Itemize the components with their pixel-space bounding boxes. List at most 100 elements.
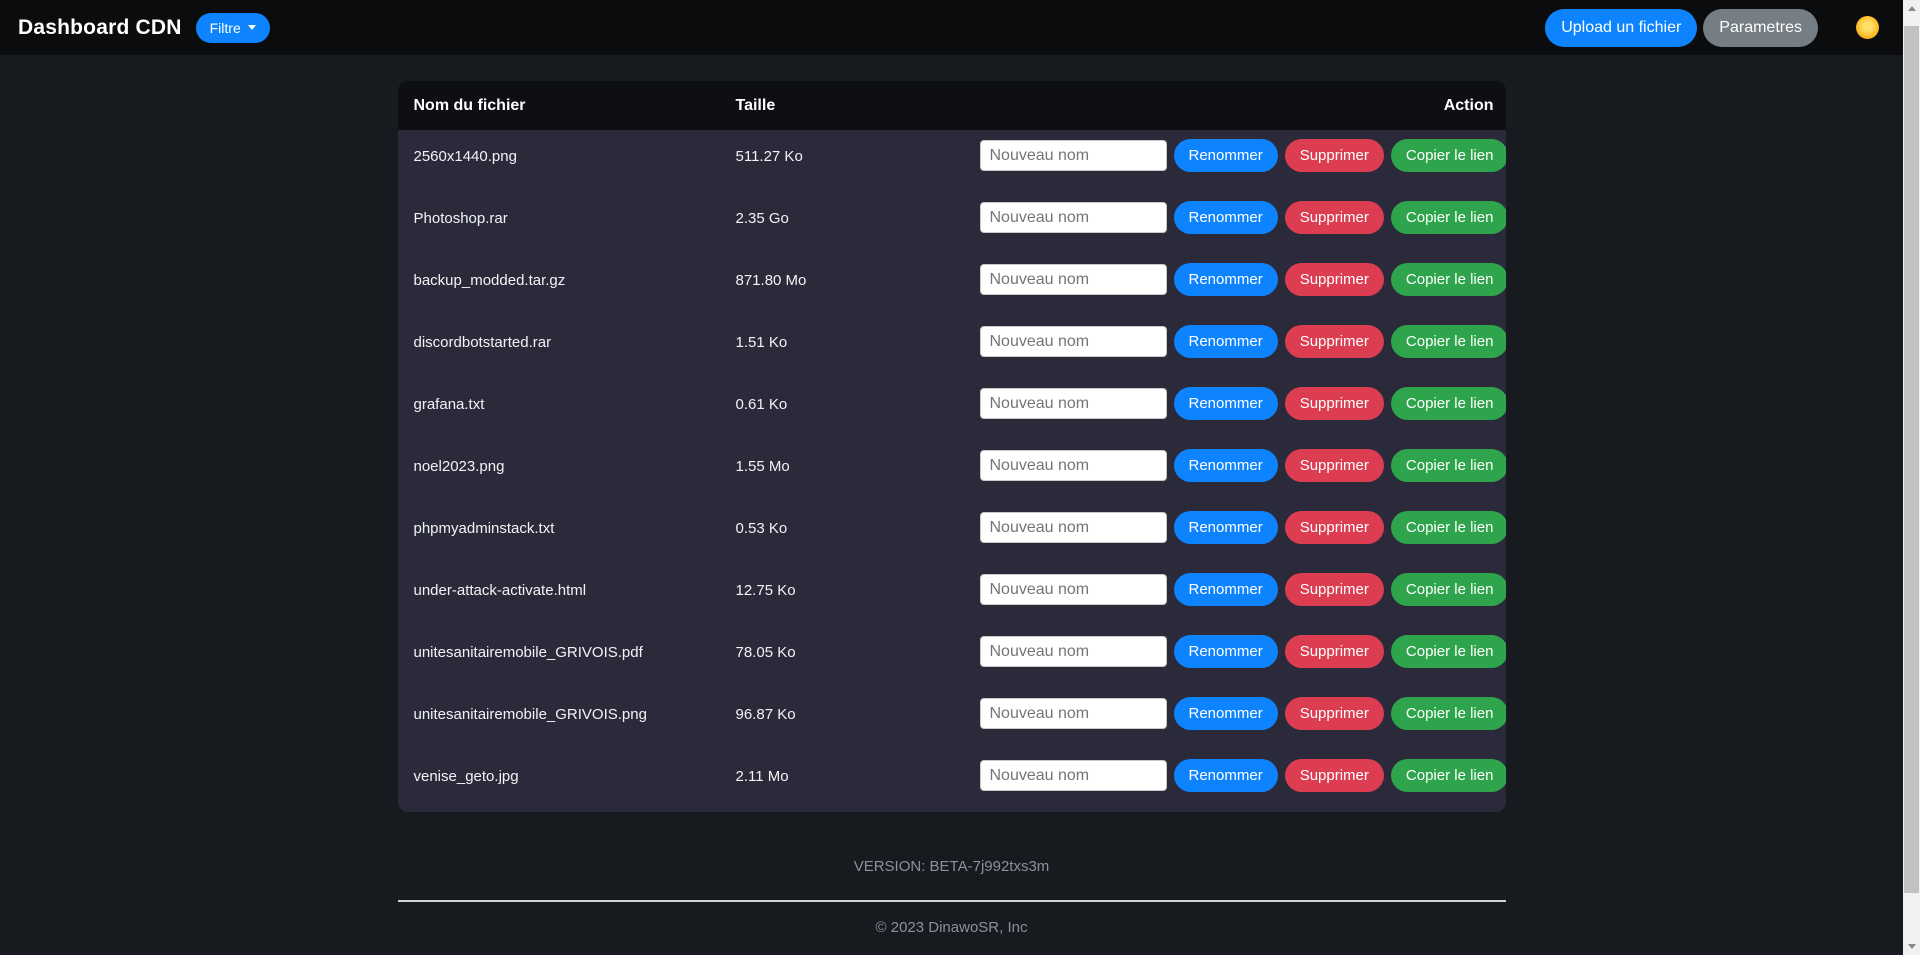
table-row: unitesanitairemobile_GRIVOIS.png 96.87 K… bbox=[398, 688, 1506, 750]
sun-theme-icon[interactable] bbox=[1856, 16, 1879, 39]
delete-button[interactable]: Supprimer bbox=[1285, 449, 1384, 482]
new-name-input[interactable] bbox=[980, 512, 1167, 543]
file-actions: Renommer Supprimer Copier le lien bbox=[980, 759, 1506, 792]
file-actions: Renommer Supprimer Copier le lien bbox=[980, 263, 1506, 296]
file-name: grafana.txt bbox=[398, 387, 736, 417]
version-text: VERSION: BETA-7j992txs3m bbox=[398, 858, 1506, 875]
delete-button[interactable]: Supprimer bbox=[1285, 759, 1384, 792]
rename-button[interactable]: Renommer bbox=[1174, 139, 1278, 172]
copy-link-button[interactable]: Copier le lien bbox=[1391, 263, 1506, 296]
file-size: 1.55 Mo bbox=[736, 449, 980, 479]
table-row: phpmyadminstack.txt 0.53 Ko Renommer Sup… bbox=[398, 502, 1506, 564]
rename-button[interactable]: Renommer bbox=[1174, 573, 1278, 606]
file-name: backup_modded.tar.gz bbox=[398, 263, 736, 293]
rename-button[interactable]: Renommer bbox=[1174, 697, 1278, 730]
rename-button[interactable]: Renommer bbox=[1174, 325, 1278, 358]
file-size: 12.75 Ko bbox=[736, 573, 980, 603]
copy-link-button[interactable]: Copier le lien bbox=[1391, 387, 1506, 420]
scrollbar-thumb[interactable] bbox=[1904, 26, 1919, 893]
file-name: unitesanitairemobile_GRIVOIS.pdf bbox=[398, 635, 736, 665]
file-size: 1.51 Ko bbox=[736, 325, 980, 355]
delete-button[interactable]: Supprimer bbox=[1285, 697, 1384, 730]
file-name: noel2023.png bbox=[398, 449, 736, 479]
file-actions: Renommer Supprimer Copier le lien bbox=[980, 511, 1506, 544]
arrow-down-icon bbox=[1908, 944, 1916, 949]
filter-dropdown-button[interactable]: Filtre bbox=[196, 13, 270, 43]
copy-link-button[interactable]: Copier le lien bbox=[1391, 759, 1506, 792]
file-name: discordbotstarted.rar bbox=[398, 325, 736, 355]
table-row: discordbotstarted.rar 1.51 Ko Renommer S… bbox=[398, 316, 1506, 378]
delete-button[interactable]: Supprimer bbox=[1285, 387, 1384, 420]
file-actions: Renommer Supprimer Copier le lien bbox=[980, 201, 1506, 234]
new-name-input[interactable] bbox=[980, 140, 1167, 171]
scrollbar-up-arrow[interactable] bbox=[1903, 0, 1920, 17]
main-content: Nom du fichier Taille Action 2560x1440.p… bbox=[398, 81, 1506, 875]
file-name: unitesanitairemobile_GRIVOIS.png bbox=[398, 697, 736, 727]
file-name: venise_geto.jpg bbox=[398, 759, 736, 789]
file-name: phpmyadminstack.txt bbox=[398, 511, 736, 541]
arrow-up-icon bbox=[1908, 6, 1916, 11]
new-name-input[interactable] bbox=[980, 698, 1167, 729]
copy-link-button[interactable]: Copier le lien bbox=[1391, 635, 1506, 668]
copy-link-button[interactable]: Copier le lien bbox=[1391, 511, 1506, 544]
new-name-input[interactable] bbox=[980, 574, 1167, 605]
chevron-down-icon bbox=[248, 25, 256, 30]
rename-button[interactable]: Renommer bbox=[1174, 511, 1278, 544]
copy-link-button[interactable]: Copier le lien bbox=[1391, 573, 1506, 606]
table-row: venise_geto.jpg 2.11 Mo Renommer Supprim… bbox=[398, 750, 1506, 812]
table-row: backup_modded.tar.gz 871.80 Mo Renommer … bbox=[398, 254, 1506, 316]
upload-file-button[interactable]: Upload un fichier bbox=[1545, 9, 1697, 47]
delete-button[interactable]: Supprimer bbox=[1285, 325, 1384, 358]
files-table: Nom du fichier Taille Action 2560x1440.p… bbox=[398, 81, 1506, 812]
table-row: noel2023.png 1.55 Mo Renommer Supprimer … bbox=[398, 440, 1506, 502]
table-header-row: Nom du fichier Taille Action bbox=[398, 81, 1506, 130]
table-row: unitesanitairemobile_GRIVOIS.pdf 78.05 K… bbox=[398, 626, 1506, 688]
file-name: under-attack-activate.html bbox=[398, 573, 736, 603]
scrollbar-down-arrow[interactable] bbox=[1903, 938, 1920, 955]
file-name: Photoshop.rar bbox=[398, 201, 736, 231]
rename-button[interactable]: Renommer bbox=[1174, 449, 1278, 482]
file-actions: Renommer Supprimer Copier le lien bbox=[980, 387, 1506, 420]
delete-button[interactable]: Supprimer bbox=[1285, 139, 1384, 172]
new-name-input[interactable] bbox=[980, 388, 1167, 419]
delete-button[interactable]: Supprimer bbox=[1285, 635, 1384, 668]
new-name-input[interactable] bbox=[980, 264, 1167, 295]
delete-button[interactable]: Supprimer bbox=[1285, 511, 1384, 544]
copy-link-button[interactable]: Copier le lien bbox=[1391, 139, 1506, 172]
file-actions: Renommer Supprimer Copier le lien bbox=[980, 325, 1506, 358]
delete-button[interactable]: Supprimer bbox=[1285, 201, 1384, 234]
top-navbar: Dashboard CDN Filtre Upload un fichier P… bbox=[0, 0, 1903, 55]
column-header-size: Taille bbox=[736, 97, 980, 115]
new-name-input[interactable] bbox=[980, 760, 1167, 791]
file-actions: Renommer Supprimer Copier le lien bbox=[980, 139, 1506, 172]
rename-button[interactable]: Renommer bbox=[1174, 263, 1278, 296]
new-name-input[interactable] bbox=[980, 450, 1167, 481]
new-name-input[interactable] bbox=[980, 202, 1167, 233]
file-actions: Renommer Supprimer Copier le lien bbox=[980, 449, 1506, 482]
rename-button[interactable]: Renommer bbox=[1174, 201, 1278, 234]
file-size: 96.87 Ko bbox=[736, 697, 980, 727]
column-header-action: Action bbox=[980, 97, 1506, 115]
copy-link-button[interactable]: Copier le lien bbox=[1391, 325, 1506, 358]
table-row: Photoshop.rar 2.35 Go Renommer Supprimer… bbox=[398, 192, 1506, 254]
delete-button[interactable]: Supprimer bbox=[1285, 573, 1384, 606]
rename-button[interactable]: Renommer bbox=[1174, 387, 1278, 420]
new-name-input[interactable] bbox=[980, 636, 1167, 667]
table-row: grafana.txt 0.61 Ko Renommer Supprimer C… bbox=[398, 378, 1506, 440]
table-body: 2560x1440.png 511.27 Ko Renommer Supprim… bbox=[398, 130, 1506, 812]
app-title: Dashboard CDN bbox=[18, 16, 182, 40]
table-row: under-attack-activate.html 12.75 Ko Reno… bbox=[398, 564, 1506, 626]
delete-button[interactable]: Supprimer bbox=[1285, 263, 1384, 296]
rename-button[interactable]: Renommer bbox=[1174, 635, 1278, 668]
copy-link-button[interactable]: Copier le lien bbox=[1391, 201, 1506, 234]
scrollbar[interactable] bbox=[1903, 0, 1920, 955]
file-actions: Renommer Supprimer Copier le lien bbox=[980, 635, 1506, 668]
new-name-input[interactable] bbox=[980, 326, 1167, 357]
copy-link-button[interactable]: Copier le lien bbox=[1391, 697, 1506, 730]
table-row: 2560x1440.png 511.27 Ko Renommer Supprim… bbox=[398, 130, 1506, 192]
rename-button[interactable]: Renommer bbox=[1174, 759, 1278, 792]
settings-button[interactable]: Parametres bbox=[1703, 9, 1818, 47]
copy-link-button[interactable]: Copier le lien bbox=[1391, 449, 1506, 482]
column-header-filename: Nom du fichier bbox=[398, 97, 736, 115]
file-actions: Renommer Supprimer Copier le lien bbox=[980, 697, 1506, 730]
